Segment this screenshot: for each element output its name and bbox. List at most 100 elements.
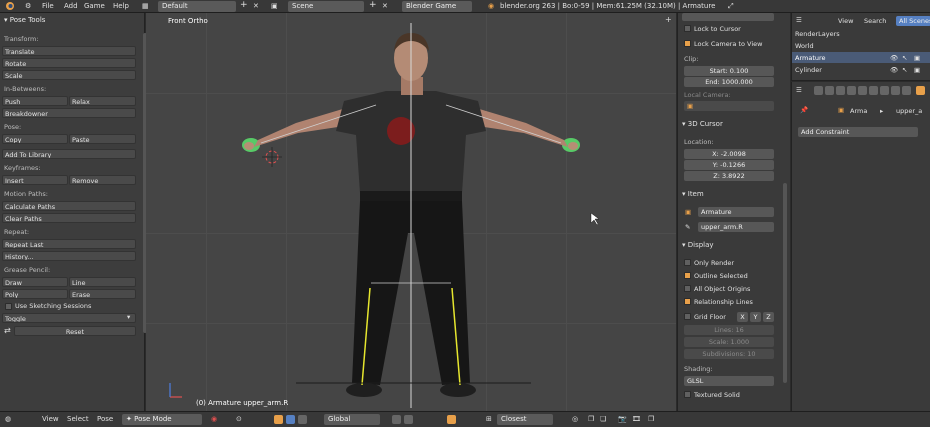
props-bone-name[interactable]: upper_a [896,107,922,115]
menu-file[interactable]: File [42,2,54,10]
only-render-checkbox[interactable] [684,259,691,266]
grid-subdivisions-field[interactable]: Subdivisions: 10 [684,349,774,359]
collapse-arrow-icon[interactable]: ▾ [127,313,130,321]
pivot-point-icon[interactable]: ⊙ [236,415,242,423]
item-object-field[interactable]: Armature [698,207,774,217]
outline-selected-checkbox[interactable] [684,272,691,279]
menu-help[interactable]: Help [113,2,129,10]
shading-select[interactable]: GLSL [684,376,774,386]
menu-game[interactable]: Game [84,2,105,10]
n-panel-scrollbar[interactable] [783,183,787,383]
outliner-search-menu[interactable]: Search [864,17,886,25]
copy-pose-button[interactable]: Copy [2,134,68,144]
active-tab-icon[interactable] [916,86,925,95]
blender-logo-icon[interactable] [5,1,15,13]
line-button[interactable]: Line [69,277,136,287]
cursor-x-field[interactable]: X: -2.0098 [684,149,774,159]
gear-icon[interactable]: ⚙ [25,2,31,10]
bone-constraints-tab-icon[interactable] [891,86,900,95]
lock-camera-checkbox[interactable] [684,40,691,47]
breakdowner-button[interactable]: Breakdowner [2,108,136,118]
visibility-eye-icon[interactable]: 👁 [890,54,898,62]
rotate-manipulator-icon[interactable] [298,415,307,424]
repeat-last-button[interactable]: Repeat Last [2,239,136,249]
add-layout-icon[interactable]: + [240,0,248,10]
cursor-y-field[interactable]: Y: -0.1266 [684,160,774,170]
scene-field[interactable]: Scene [288,1,364,12]
reset-icon[interactable]: ⇄ [4,326,11,335]
proportional-edit-icon[interactable]: ◎ [572,415,578,423]
grid-x-toggle[interactable]: X [737,312,748,322]
grid-floor-checkbox[interactable] [684,313,691,320]
item-bone-field[interactable]: upper_arm.R [698,222,774,232]
pose-tools-header[interactable]: ▾ Pose Tools [4,16,45,24]
use-sketching-checkbox[interactable] [5,303,12,310]
menu-add[interactable]: Add [64,2,78,10]
visibility-eye-icon[interactable]: 👁 [890,66,898,74]
camera-render-icon[interactable]: 📷 [618,415,627,423]
grid-lines-field[interactable]: Lines: 16 [684,325,774,335]
relationship-lines-checkbox[interactable] [684,298,691,305]
textured-solid-checkbox[interactable] [684,391,691,398]
render-tab-icon[interactable] [814,86,823,95]
item-header[interactable]: ▾ Item [682,190,704,198]
relax-button[interactable]: Relax [69,96,136,106]
3d-cursor-header[interactable]: ▾ 3D Cursor [682,120,723,128]
grid-z-toggle[interactable]: Z [763,312,774,322]
armature-item[interactable]: Armature [795,54,826,62]
select-menu[interactable]: Select [67,415,89,423]
close-layout-icon[interactable]: ✕ [253,2,259,10]
mode-select[interactable]: ✦ Pose Mode [122,414,202,425]
paste-pose-button[interactable]: Paste [69,134,136,144]
all-scenes-select[interactable]: All Scenes [896,16,930,26]
layer-buttons-icon[interactable] [404,415,413,424]
3d-viewport[interactable]: Front Ortho (0) Armature upper_arm.R + [146,13,676,411]
toggle-button[interactable]: Toggle [2,313,136,323]
draw-button[interactable]: Draw [2,277,68,287]
pose-menu[interactable]: Pose [97,415,113,423]
material-tab-icon[interactable] [902,86,911,95]
add-to-library-button[interactable]: Add To Library [2,149,136,159]
render-camera-icon[interactable]: ▣ [914,66,920,74]
screen-layout-icon[interactable]: ▦ [142,2,149,10]
paste-icon[interactable]: ❏ [600,415,606,423]
close-scene-icon[interactable]: ✕ [382,2,388,10]
poly-button[interactable]: Poly [2,289,68,299]
scale-button[interactable]: Scale [2,70,136,80]
render-engine-select[interactable]: Blender Game [402,1,472,12]
translate-button[interactable]: Translate [2,46,136,56]
layer-buttons-icon[interactable] [392,415,401,424]
add-scene-icon[interactable]: + [369,0,377,10]
translate-manipulator-icon[interactable] [286,415,295,424]
insert-keyframe-button[interactable]: Insert [2,175,68,185]
render-animation-icon[interactable]: 🎞 [632,415,641,423]
editor-type-icon[interactable]: ◍ [5,415,11,423]
snap-icon[interactable]: ⊞ [486,415,492,423]
n-panel-toggle-icon[interactable]: + [665,15,672,24]
data-tab-icon[interactable] [869,86,878,95]
all-object-origins-checkbox[interactable] [684,285,691,292]
manipulator-icon[interactable] [274,415,283,424]
lock-to-cursor-checkbox[interactable] [684,25,691,32]
props-object-name[interactable]: Arma [850,107,867,115]
selectable-cursor-icon[interactable]: ↖ [902,54,907,62]
copy-icon[interactable]: ❐ [588,415,594,423]
clip-start-field[interactable]: Start: 0.100 [684,66,774,76]
grid-scale-field[interactable]: Scale: 1.000 [684,337,774,347]
clear-paths-button[interactable]: Clear Paths [2,213,136,223]
outliner-editor-icon[interactable]: ☰ [796,16,802,24]
grid-y-toggle[interactable]: Y [750,312,761,322]
clip-end-field[interactable]: End: 1000.000 [684,77,774,87]
scene-icon[interactable]: ▣ [271,2,278,10]
fullscreen-icon[interactable]: ⤢ [728,2,734,11]
cylinder-item[interactable]: Cylinder [795,66,822,74]
history-button[interactable]: History... [2,251,136,261]
3d-cursor[interactable] [262,147,282,167]
world-item[interactable]: World [795,42,814,50]
paste-flipped-icon[interactable]: ❐ [648,415,654,423]
properties-editor-icon[interactable]: ☰ [796,86,802,94]
screen-layout-field[interactable]: Default [158,1,236,12]
view-menu[interactable]: View [42,415,59,423]
display-header[interactable]: ▾ Display [682,241,714,249]
snap-element-select[interactable]: Closest [497,414,553,425]
